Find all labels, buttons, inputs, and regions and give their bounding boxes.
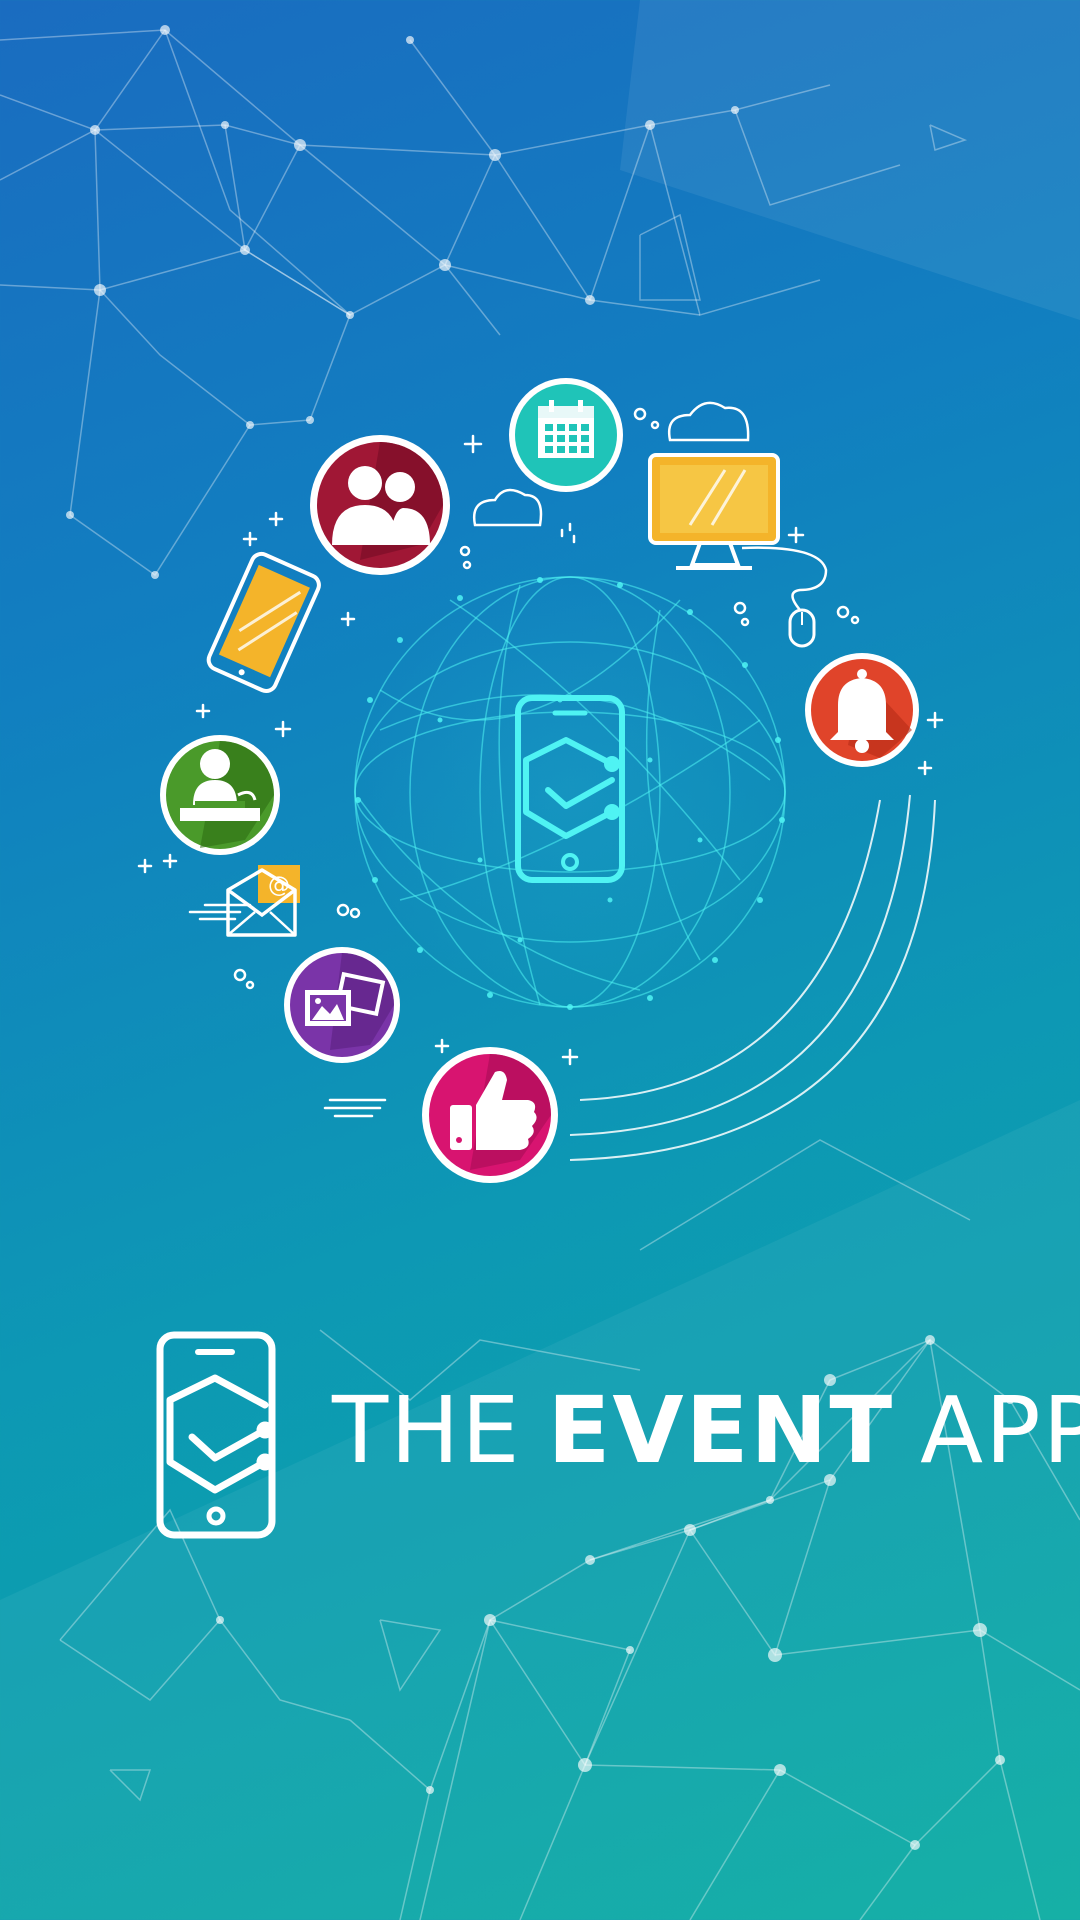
calendar-icon (509, 378, 623, 492)
email-icon: @ (226, 865, 300, 937)
wordmark-app: APP (920, 1377, 1080, 1484)
attendees-icon (310, 435, 450, 575)
photo-gallery-icon (284, 947, 400, 1063)
like-thumbs-up-icon (422, 1047, 558, 1183)
speaker-icon (160, 735, 280, 855)
network-globe (345, 567, 795, 1017)
wordmark-event: EVENT (547, 1377, 895, 1484)
wordmark-the: THE (332, 1377, 522, 1484)
smartphone-icon (206, 551, 321, 693)
app-wordmark: THE EVENT APP (332, 1385, 1080, 1477)
notification-bell-icon (805, 653, 919, 767)
splash-artwork: @ (0, 0, 1080, 1920)
